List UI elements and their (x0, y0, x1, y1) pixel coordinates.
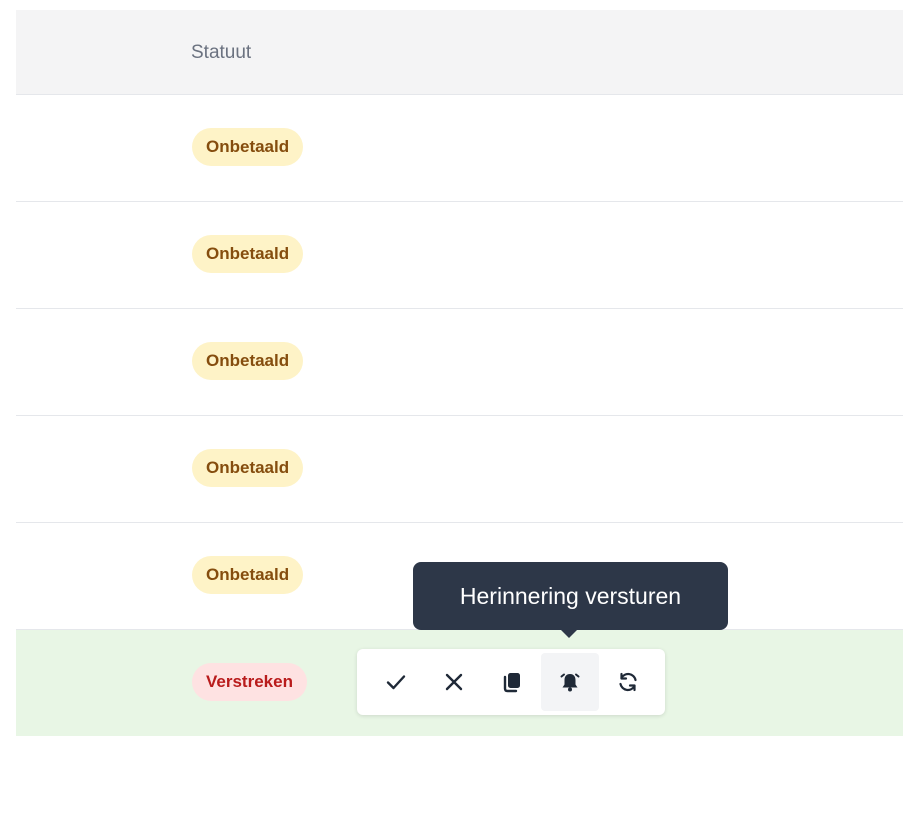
row-action-toolbar (357, 649, 665, 715)
cancel-button[interactable] (425, 653, 483, 711)
table-row[interactable]: Onbetaald (16, 202, 903, 309)
status-badge: Onbetaald (192, 128, 304, 166)
table-row[interactable]: Onbetaald (16, 95, 903, 202)
status-badge: Onbetaald (192, 342, 304, 380)
mark-paid-button[interactable] (367, 653, 425, 711)
status-badge: Onbetaald (192, 556, 304, 594)
close-icon (445, 673, 463, 691)
column-header-status[interactable]: Statuut (191, 42, 251, 64)
table-row-hovered[interactable]: Verstreken (16, 630, 903, 736)
bell-icon (560, 673, 580, 692)
copy-icon (503, 673, 520, 693)
check-icon (386, 675, 406, 690)
status-badge: Onbetaald (192, 235, 304, 273)
table-header-row: Statuut (16, 10, 903, 95)
table-row[interactable]: Onbetaald (16, 309, 903, 416)
status-badge: Verstreken (192, 663, 307, 701)
tooltip-arrow (560, 629, 578, 638)
refresh-icon (619, 672, 637, 692)
send-reminder-button[interactable] (541, 653, 599, 711)
refresh-button[interactable] (599, 653, 657, 711)
table-row[interactable]: Onbetaald (16, 416, 903, 523)
status-badge: Onbetaald (192, 449, 304, 487)
duplicate-button[interactable] (483, 653, 541, 711)
tooltip: Herinnering versturen (413, 562, 728, 630)
